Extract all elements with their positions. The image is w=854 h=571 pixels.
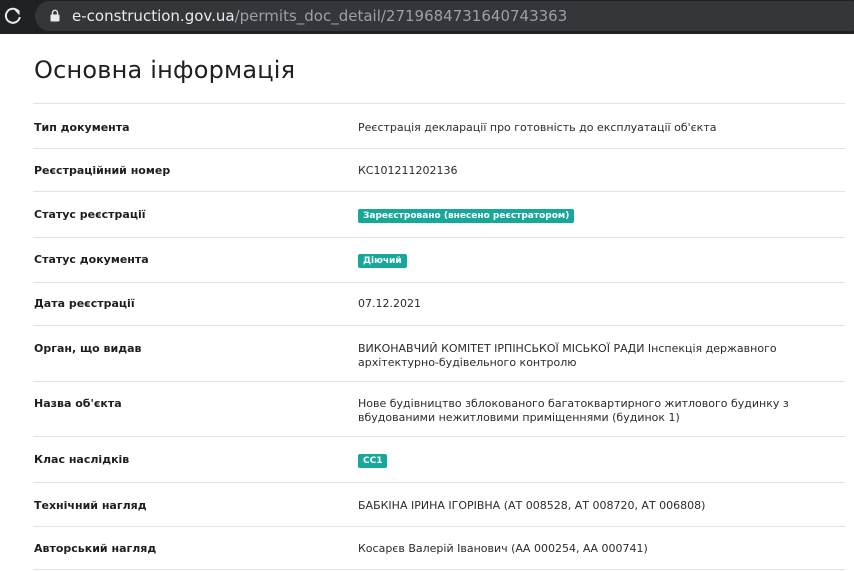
row-label: Реєстраційний номер xyxy=(34,164,171,177)
row-registration-number: Реєстраційний номер КС101211202136 xyxy=(33,148,845,191)
row-document-status: Статус документа Діючий xyxy=(33,237,845,282)
row-issuing-authority: Орган, що видав ВИКОНАВЧИЙ КОМІТЕТ ІРПІН… xyxy=(33,325,845,381)
row-author-supervision: Авторський нагляд Косарєв Валерій Іванов… xyxy=(33,526,845,570)
row-label: Тип документа xyxy=(34,121,130,134)
address-bar[interactable]: e-construction.gov.ua/permits_doc_detail… xyxy=(35,1,854,31)
page-title: Основна інформація xyxy=(34,56,296,84)
row-label: Технічний нагляд xyxy=(34,499,147,512)
row-consequence-class: Клас наслідків СС1 xyxy=(33,436,845,482)
lock-icon[interactable] xyxy=(50,9,60,22)
row-registration-date: Дата реєстрації 07.12.2021 xyxy=(33,282,845,325)
status-badge: Діючий xyxy=(358,254,407,268)
row-value: СС1 xyxy=(358,453,848,468)
row-object-name: Назва об'єкта Нове будівництво зблокован… xyxy=(33,381,845,436)
row-value: Косарєв Валерій Іванович (АА 000254, АА … xyxy=(358,542,648,555)
url-path: /permits_doc_detail/2719684731640743363 xyxy=(234,7,568,25)
row-label: Статус реєстрації xyxy=(34,208,146,221)
status-badge: Зареєстровано (внесено реєстратором) xyxy=(358,209,575,223)
url-text[interactable]: e-construction.gov.ua/permits_doc_detail… xyxy=(72,7,567,25)
row-value: Реєстрація декларації про готовність до … xyxy=(358,121,717,134)
row-value: Нове будівництво зблокованого багатоквар… xyxy=(358,397,789,424)
row-value: БАБКІНА ІРИНА ІГОРІВНА (АТ 008528, АТ 00… xyxy=(358,499,706,512)
row-registration-status: Статус реєстрації Зареєстровано (внесено… xyxy=(33,191,845,237)
row-label: Дата реєстрації xyxy=(34,297,135,310)
row-label: Назва об'єкта xyxy=(34,397,122,410)
url-host: e-construction.gov.ua xyxy=(72,7,235,25)
row-value: Зареєстровано (внесено реєстратором) xyxy=(358,208,848,223)
info-table: Тип документа Реєстрація декларації про … xyxy=(33,103,845,570)
reload-icon[interactable] xyxy=(4,7,24,27)
row-value: КС101211202136 xyxy=(358,164,458,177)
row-value: 07.12.2021 xyxy=(358,297,421,310)
row-label: Орган, що видав xyxy=(34,342,142,355)
browser-toolbar: e-construction.gov.ua/permits_doc_detail… xyxy=(0,0,854,34)
row-label: Авторський нагляд xyxy=(34,542,157,555)
row-label: Клас наслідків xyxy=(34,453,130,466)
class-badge: СС1 xyxy=(358,454,388,468)
row-technical-supervision: Технічний нагляд БАБКІНА ІРИНА ІГОРІВНА … xyxy=(33,482,845,526)
row-value: ВИКОНАВЧИЙ КОМІТЕТ ІРПІНСЬКОЇ МІСЬКОЇ РА… xyxy=(358,342,777,369)
row-value: Діючий xyxy=(358,253,848,268)
row-label: Статус документа xyxy=(34,253,149,266)
row-document-type: Тип документа Реєстрація декларації про … xyxy=(33,103,845,148)
